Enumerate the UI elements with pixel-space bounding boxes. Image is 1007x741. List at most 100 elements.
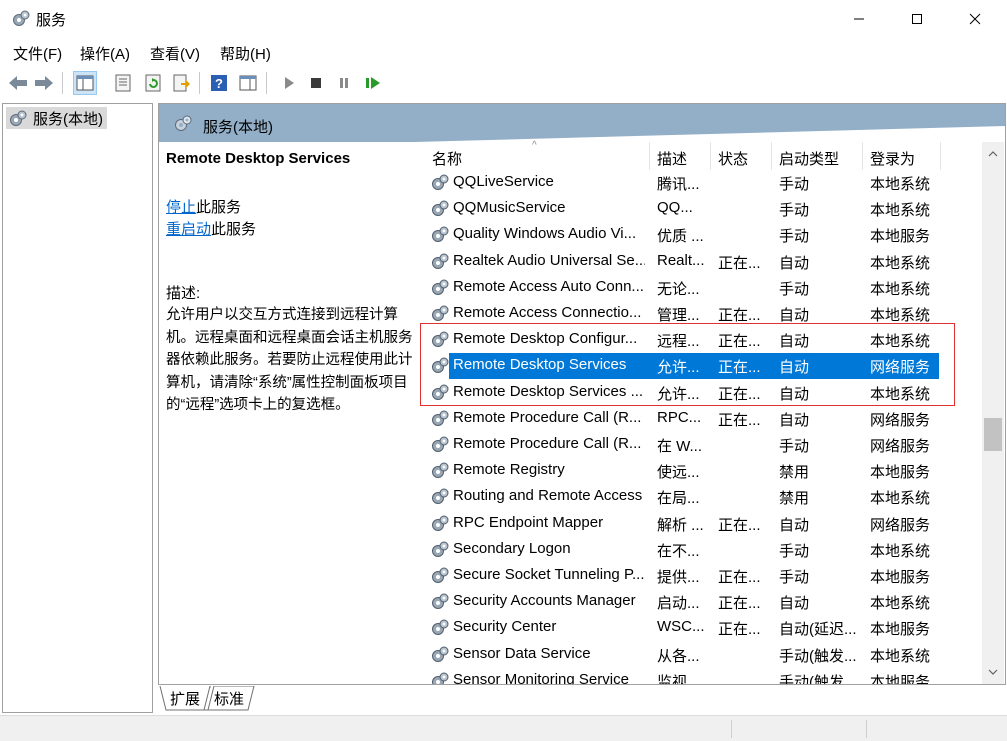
service-gear-icon xyxy=(432,436,449,452)
service-row[interactable]: QQMusicService QQ... 手动 本地系统 xyxy=(422,196,982,222)
resume-service-button[interactable] xyxy=(361,71,385,95)
service-gear-icon xyxy=(432,384,449,400)
tree-item-services-local[interactable]: 服务(本地) xyxy=(6,107,107,129)
services-list: QQLiveService 腾讯... 手动 本地系统 QQMusicService QQ… xyxy=(422,170,982,684)
restart-service-line: 重启动此服务 xyxy=(166,218,256,239)
toolbar-separator xyxy=(199,72,200,94)
service-logon-as: 本地系统 xyxy=(870,333,931,351)
column-divider[interactable] xyxy=(771,142,772,170)
show-hide-tree-button[interactable] xyxy=(73,71,97,95)
service-name: Remote Desktop Services xyxy=(453,356,627,374)
column-header-status[interactable]: 状态 xyxy=(718,148,748,170)
refresh-button[interactable] xyxy=(141,71,165,95)
column-divider[interactable] xyxy=(862,142,863,170)
service-logon-as: 本地系统 xyxy=(870,202,931,220)
forward-button[interactable] xyxy=(32,71,56,95)
status-divider xyxy=(731,720,732,738)
service-row[interactable]: Secondary Logon 在不... 手动 本地系统 xyxy=(422,537,982,563)
menu-action[interactable]: 操作(A) xyxy=(80,43,130,64)
scroll-up-arrow-icon[interactable] xyxy=(982,142,1004,166)
pause-service-button[interactable] xyxy=(332,71,356,95)
vertical-scrollbar[interactable] xyxy=(982,142,1004,684)
toolbar: ? xyxy=(0,68,1007,98)
menu-file[interactable]: 文件(F) xyxy=(13,43,62,64)
service-status: 正在... xyxy=(718,569,761,586)
service-row[interactable]: Remote Access Auto Conn... 无论... 手动 本地系统 xyxy=(422,275,982,301)
service-row[interactable]: Remote Desktop Configur... 远程... 正在... 自动 本地… xyxy=(422,327,982,353)
service-row[interactable]: Secure Socket Tunneling P... 提供... 正在... 手动… xyxy=(422,563,982,589)
service-startup-type: 手动 xyxy=(779,176,810,193)
pane-header: 服务(本地) xyxy=(159,104,1005,142)
service-logon-as: 本地系统 xyxy=(870,595,931,613)
service-startup-type: 自动 xyxy=(779,595,810,613)
tab-standard[interactable]: 标准 xyxy=(214,686,244,710)
service-name: Routing and Remote Access xyxy=(453,487,643,505)
service-row[interactable]: Sensor Monitoring Service 监视... 手动(触发... 本地… xyxy=(422,668,982,684)
column-divider[interactable] xyxy=(940,142,941,170)
menu-view[interactable]: 查看(V) xyxy=(150,43,200,64)
column-header-description[interactable]: 描述 xyxy=(657,148,687,170)
minimize-button[interactable] xyxy=(830,0,888,38)
service-gear-icon xyxy=(432,226,449,243)
service-name: Secure Socket Tunneling P... xyxy=(453,566,645,583)
service-status: 正在... xyxy=(718,333,761,351)
column-header-startup-type[interactable]: 启动类型 xyxy=(779,148,839,170)
column-header-name[interactable]: 名称 xyxy=(432,148,462,170)
service-row[interactable]: Sensor Data Service 从各... 手动(触发... 本地系统 xyxy=(422,642,982,668)
service-row[interactable]: Realtek Audio Universal Se... Realt... 正在.… xyxy=(422,249,982,275)
stop-service-link[interactable]: 停止 xyxy=(166,199,196,216)
service-row[interactable]: Routing and Remote Access 在局... 禁用 本地系统 xyxy=(422,484,982,510)
maximize-icon xyxy=(912,14,922,24)
start-service-button[interactable] xyxy=(277,71,301,95)
tab-extended[interactable]: 扩展 xyxy=(170,686,200,710)
stop-service-button[interactable] xyxy=(304,71,328,95)
status-divider xyxy=(866,720,867,738)
service-gear-icon xyxy=(432,462,449,479)
show-pane-button[interactable] xyxy=(236,71,260,95)
service-row[interactable]: Remote Desktop Services 允许... 正在... 自动 网络服务 xyxy=(422,353,982,380)
service-logon-as: 本地系统 xyxy=(870,385,931,403)
title-bar: 服务 xyxy=(0,0,1007,38)
service-row[interactable]: Remote Procedure Call (R... 在 W... 手动 网络服务 xyxy=(422,432,982,458)
services-window: 服务 文件(F) 操作(A) 查看(V) 帮助(H) ? 服务(本地) 服务(本… xyxy=(0,0,1007,741)
service-startup-type: 手动 xyxy=(779,202,810,220)
service-row[interactable]: Remote Procedure Call (R... RPC... 正在... 自动… xyxy=(422,406,982,432)
scrollbar-thumb[interactable] xyxy=(984,418,1002,451)
services-gear-icon xyxy=(175,115,192,131)
properties-icon xyxy=(115,74,131,92)
services-pane: 服务(本地) Remote Desktop Services 停止此服务 重启动… xyxy=(158,103,1006,685)
service-row[interactable]: QQLiveService 腾讯... 手动 本地系统 xyxy=(422,170,982,196)
restart-service-link[interactable]: 重启动 xyxy=(166,221,211,238)
service-row[interactable]: Remote Registry 使远... 禁用 本地服务 xyxy=(422,458,982,484)
column-header-log-on-as[interactable]: 登录为 xyxy=(870,148,915,170)
service-row[interactable]: Remote Desktop Services ... 允许... 正在... 自动 本… xyxy=(422,380,982,406)
service-name: Remote Desktop Configur... xyxy=(453,330,638,348)
back-button[interactable] xyxy=(6,71,30,95)
service-row[interactable]: Quality Windows Audio Vi... 优质 ... 手动 本地服务 xyxy=(422,222,982,248)
service-status: 正在... xyxy=(718,621,761,639)
menu-help[interactable]: 帮助(H) xyxy=(220,43,271,64)
service-startup-type: 自动 xyxy=(779,333,810,351)
service-row[interactable]: RPC Endpoint Mapper 解析 ... 正在... 自动 网络服务 xyxy=(422,511,982,537)
description-text: 允许用户以交互方式连接到远程计算机。远程桌面和远程桌面会话主机服务器依赖此服务。… xyxy=(166,307,413,413)
service-row[interactable]: Security Center WSC... 正在... 自动(延迟... 本地服务 xyxy=(422,615,982,641)
service-name: Remote Access Connectio... xyxy=(453,304,642,321)
column-divider[interactable] xyxy=(649,142,650,170)
services-gear-icon xyxy=(10,110,27,126)
service-name: Remote Procedure Call (R... xyxy=(453,408,642,426)
properties-button[interactable] xyxy=(111,71,135,95)
service-gear-icon xyxy=(432,593,449,610)
service-description: 远程... xyxy=(657,333,700,351)
maximize-button[interactable] xyxy=(888,0,946,38)
help-button[interactable]: ? xyxy=(207,71,231,95)
close-button[interactable] xyxy=(946,0,1004,38)
service-startup-type: 手动 xyxy=(779,542,810,560)
service-row[interactable]: Security Accounts Manager 启动... 正在... 自动 本地系… xyxy=(422,589,982,615)
service-gear-icon xyxy=(432,488,449,505)
column-divider[interactable] xyxy=(710,142,711,170)
scroll-down-arrow-icon[interactable] xyxy=(982,660,1004,684)
service-gear-icon xyxy=(432,305,449,321)
export-list-button[interactable] xyxy=(169,71,193,95)
service-startup-type: 手动(触发... xyxy=(779,673,857,684)
service-row[interactable]: Remote Access Connectio... 管理... 正在... 自动 本地… xyxy=(422,301,982,327)
